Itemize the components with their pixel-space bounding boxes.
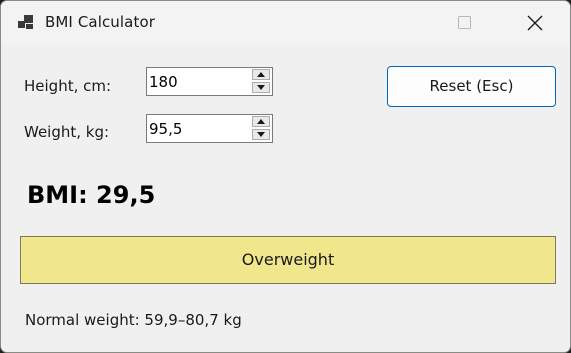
weight-label: Weight, kg:	[24, 123, 110, 141]
chevron-up-icon	[257, 72, 265, 77]
weight-increment-button[interactable]	[252, 116, 270, 127]
window-title: BMI Calculator	[45, 13, 155, 31]
weight-decrement-button[interactable]	[252, 129, 270, 140]
height-label: Height, cm:	[24, 77, 112, 95]
chevron-down-icon	[257, 85, 265, 90]
minimize-button[interactable]	[395, 1, 441, 45]
normal-weight-range: Normal weight: 59,9–80,7 kg	[25, 311, 242, 329]
chevron-up-icon	[257, 119, 265, 124]
bmi-category-bar: Overweight	[20, 236, 556, 284]
bmi-category-label: Overweight	[241, 250, 335, 269]
bmi-calculator-window: BMI Calculator Height, cm: 180 Weight, k…	[0, 0, 571, 353]
height-spinner[interactable]	[146, 67, 273, 96]
chevron-down-icon	[257, 132, 265, 137]
title-bar[interactable]: BMI Calculator	[1, 1, 570, 45]
height-increment-button[interactable]	[252, 69, 270, 80]
maximize-button[interactable]	[441, 1, 487, 45]
app-window-icon	[17, 14, 35, 32]
weight-input[interactable]	[149, 119, 244, 139]
close-button[interactable]	[511, 1, 557, 45]
bmi-result: BMI: 29,5	[27, 181, 156, 209]
weight-spinner[interactable]	[146, 114, 273, 143]
reset-button[interactable]: Reset (Esc)	[387, 66, 556, 107]
height-decrement-button[interactable]	[252, 82, 270, 93]
height-input[interactable]	[149, 72, 244, 92]
